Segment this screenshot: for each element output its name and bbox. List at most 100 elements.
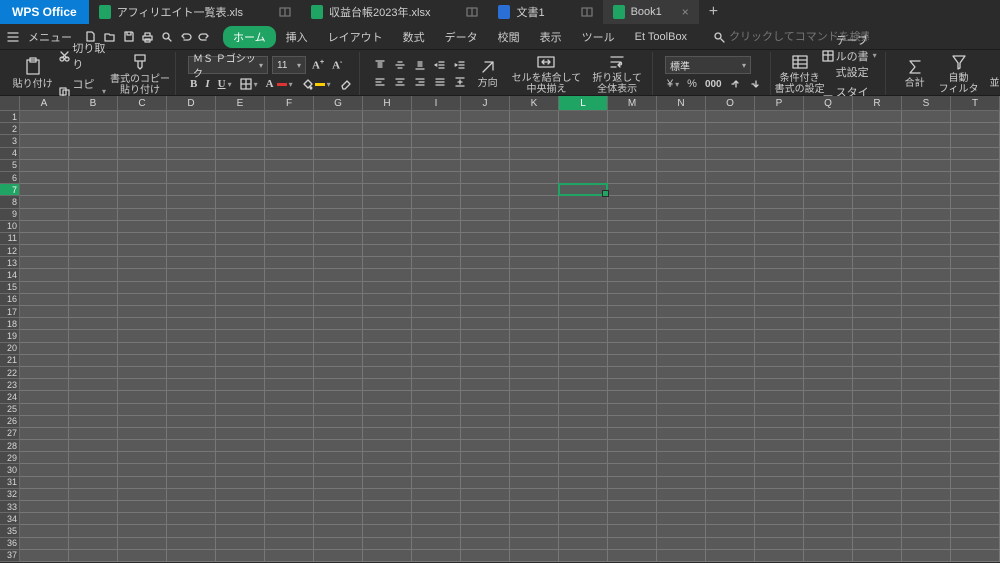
cell[interactable] [118,245,167,257]
cell[interactable] [559,477,608,489]
cell[interactable] [69,184,118,196]
column-header[interactable]: D [167,96,216,111]
cell[interactable] [853,245,902,257]
cell[interactable] [510,513,559,525]
cell[interactable] [951,245,1000,257]
cell[interactable] [706,416,755,428]
number-format-select[interactable]: 標準▾ [665,56,751,74]
cell[interactable] [510,367,559,379]
cell[interactable] [657,282,706,294]
cell[interactable] [461,550,510,562]
row-header[interactable]: 32 [0,489,20,501]
cell[interactable] [412,233,461,245]
cell[interactable] [608,135,657,147]
cell[interactable] [755,233,804,245]
ribbon-tab-ツール[interactable]: ツール [572,26,625,48]
cell[interactable] [69,318,118,330]
cell[interactable] [314,221,363,233]
cell[interactable] [510,148,559,160]
cell[interactable] [118,123,167,135]
decrease-indent-button[interactable] [432,58,448,72]
undo-icon[interactable] [179,30,192,43]
cell[interactable] [216,440,265,452]
cell[interactable] [69,294,118,306]
cell[interactable] [902,464,951,476]
cell[interactable] [265,464,314,476]
cell[interactable] [804,269,853,281]
cell[interactable] [69,355,118,367]
cell[interactable] [118,221,167,233]
cell[interactable] [755,525,804,537]
cell[interactable] [314,440,363,452]
cell[interactable] [265,501,314,513]
cell[interactable] [461,111,510,123]
distribute-button[interactable] [452,75,468,89]
cell[interactable] [69,160,118,172]
cell[interactable] [69,135,118,147]
cell[interactable] [461,440,510,452]
cell[interactable] [902,160,951,172]
cell[interactable] [608,501,657,513]
cell[interactable] [706,111,755,123]
cell[interactable] [510,343,559,355]
cell[interactable] [363,489,412,501]
cell[interactable] [706,123,755,135]
cell[interactable] [167,196,216,208]
cell[interactable] [951,367,1000,379]
cell[interactable] [804,489,853,501]
cell[interactable] [706,538,755,550]
cell[interactable] [853,391,902,403]
cell[interactable] [461,135,510,147]
cell[interactable] [461,330,510,342]
cell[interactable] [265,318,314,330]
row-header[interactable]: 5 [0,160,20,172]
cell[interactable] [412,269,461,281]
align-bottom-button[interactable] [412,58,428,72]
ribbon-tab-Et ToolBox[interactable]: Et ToolBox [625,28,697,46]
cell[interactable] [363,343,412,355]
cell[interactable] [461,209,510,221]
cell[interactable] [314,269,363,281]
cell[interactable] [853,428,902,440]
cell[interactable] [755,306,804,318]
cell[interactable] [69,404,118,416]
cell[interactable] [804,196,853,208]
cell[interactable] [951,233,1000,245]
row-header[interactable]: 23 [0,379,20,391]
row-header[interactable]: 28 [0,440,20,452]
cell[interactable] [314,367,363,379]
cell[interactable] [167,464,216,476]
cell[interactable] [118,160,167,172]
sum-button[interactable]: 合計 [898,56,932,91]
cell[interactable] [167,525,216,537]
cell[interactable] [510,123,559,135]
cell[interactable] [216,294,265,306]
cell[interactable] [510,330,559,342]
bold-button[interactable]: B [188,77,199,91]
cell[interactable] [216,525,265,537]
cell[interactable] [902,221,951,233]
cell[interactable] [804,477,853,489]
cell[interactable] [167,233,216,245]
justify-button[interactable] [432,75,448,89]
cell[interactable] [20,501,69,513]
cell[interactable] [951,416,1000,428]
ribbon-tab-データ[interactable]: データ [435,26,488,48]
cell[interactable] [69,391,118,403]
cell[interactable] [951,391,1000,403]
cell[interactable] [265,257,314,269]
file-tab[interactable]: 文書1 [488,0,602,24]
cell[interactable] [461,525,510,537]
cell[interactable] [412,306,461,318]
cell[interactable] [167,379,216,391]
cell[interactable] [657,330,706,342]
cell[interactable] [657,209,706,221]
wrap-text-button[interactable]: 折り返して 全体表示 [588,51,646,97]
cell[interactable] [755,148,804,160]
cut-button[interactable]: 切り取り [56,39,108,73]
cell[interactable] [69,306,118,318]
cell[interactable] [216,135,265,147]
cell[interactable] [216,550,265,562]
cell[interactable] [608,160,657,172]
column-header[interactable]: G [314,96,363,111]
